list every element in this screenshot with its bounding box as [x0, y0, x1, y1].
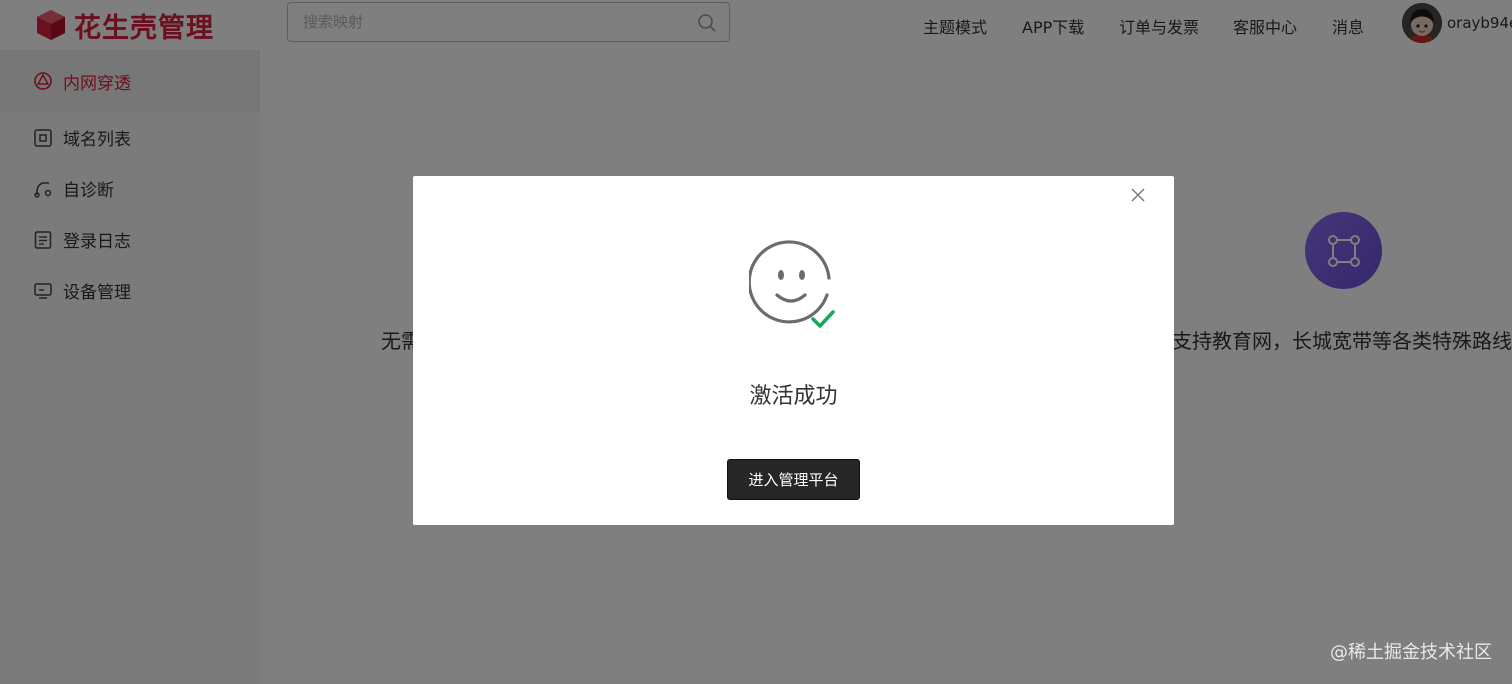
dialog-message: 激活成功: [749, 384, 838, 409]
activation-success-dialog: 激活成功 进入管理平台: [413, 176, 1174, 525]
watermark: @稀土掘金技术社区: [1330, 642, 1492, 663]
close-icon[interactable]: [1130, 187, 1146, 203]
enter-platform-button[interactable]: 进入管理平台: [727, 459, 860, 500]
smiley-success-icon: [749, 240, 835, 328]
